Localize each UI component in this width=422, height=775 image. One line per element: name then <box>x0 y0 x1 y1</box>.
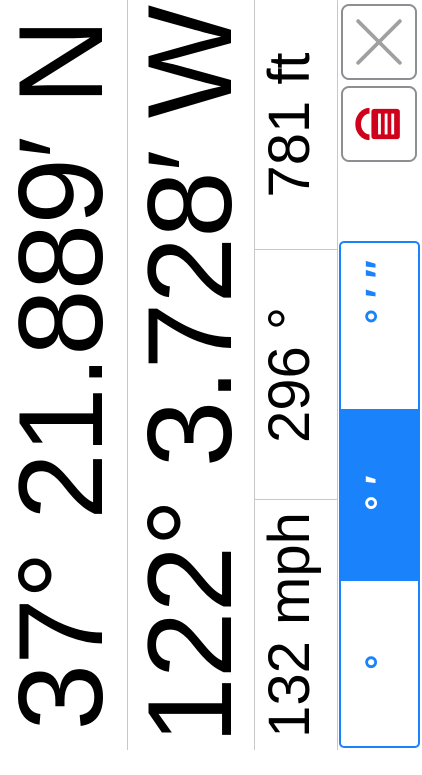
altitude-value: 781 ft <box>257 52 322 198</box>
format-option-deg[interactable]: ° <box>341 581 418 746</box>
padlock-icon <box>355 107 400 141</box>
column-divider <box>337 0 338 750</box>
format-option-spacer <box>341 345 418 409</box>
format-option-deg-min-sec[interactable]: ° ′ ″ <box>341 243 418 345</box>
format-selector[interactable]: ° ′ ″ ° ′ ° <box>339 241 420 748</box>
close-button[interactable] <box>341 4 417 80</box>
format-option-label: ° ′ <box>358 477 401 513</box>
row-divider <box>254 249 338 250</box>
latitude-value: 37° 21.889′ N <box>0 19 128 731</box>
format-option-label: ° ′ ″ <box>358 262 401 326</box>
format-option-label: ° <box>358 655 401 672</box>
speed-value: 132 mph <box>257 512 322 738</box>
close-icon <box>356 19 402 65</box>
heading-value: 296 ° <box>257 306 322 444</box>
format-option-deg-min[interactable]: ° ′ <box>341 411 418 579</box>
lock-button[interactable] <box>341 86 417 162</box>
longitude-value: 122° 3.728′ W <box>123 6 257 744</box>
